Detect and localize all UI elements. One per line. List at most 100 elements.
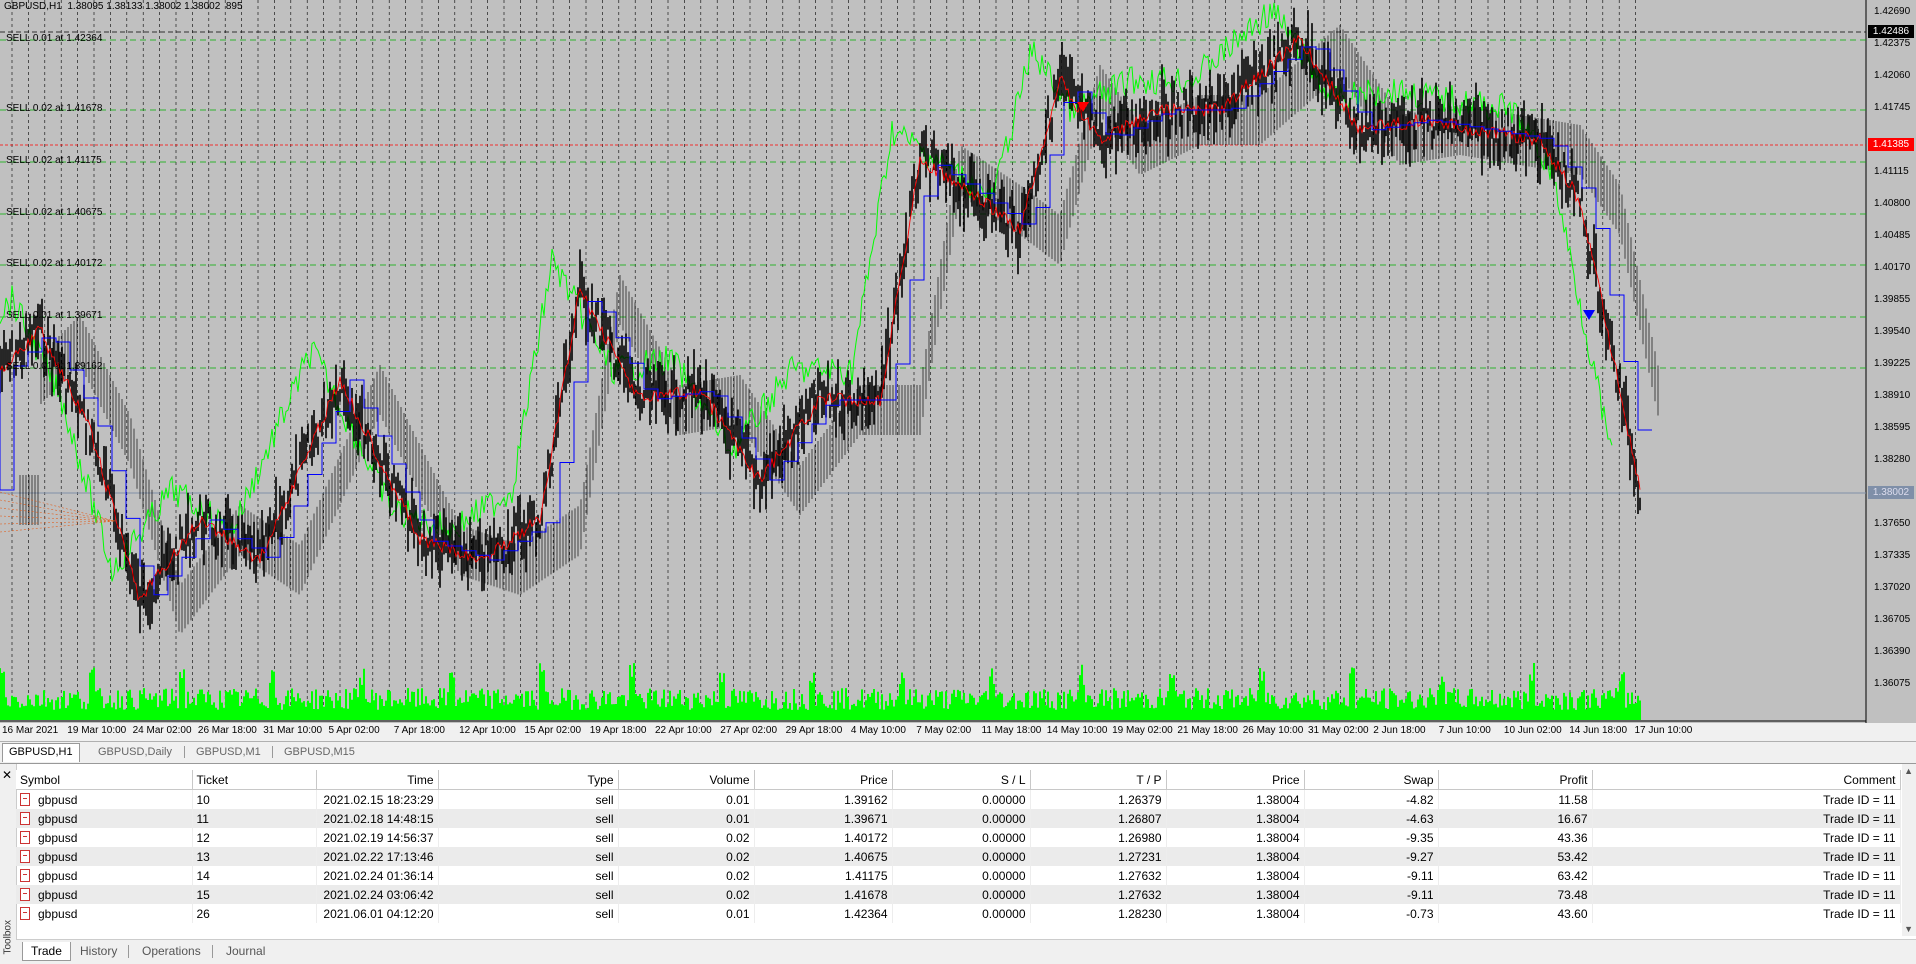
- col-volume[interactable]: Volume: [618, 770, 755, 790]
- cell-type: sell: [438, 828, 619, 847]
- cell-current-price: 1.38004: [1166, 904, 1305, 923]
- cell-swap: -4.82: [1304, 789, 1439, 809]
- col-profit[interactable]: Profit: [1438, 770, 1593, 790]
- price-chart[interactable]: [0, 0, 1916, 723]
- price-axis-label: 1.42060: [1874, 70, 1911, 81]
- price-axis-label: 1.40170: [1874, 262, 1911, 273]
- time-axis-label: 7 Jun 10:00: [1438, 725, 1491, 736]
- table-row[interactable]: gbpusd 10 2021.02.15 18:23:29 sell 0.01 1.391…: [16, 789, 1901, 809]
- cell-sl: 0.00000: [892, 847, 1031, 866]
- scroll-up-icon[interactable]: ▲: [1904, 766, 1913, 776]
- cell-price: 1.41678: [754, 885, 893, 904]
- cell-tp: 1.26980: [1030, 828, 1167, 847]
- close-icon[interactable]: ✕: [2, 768, 12, 782]
- tab-gbpusd-daily[interactable]: GBPUSD,Daily: [92, 744, 178, 760]
- tab-gbpusd-m15[interactable]: GBPUSD,M15: [278, 744, 361, 760]
- toolbox-label: Toolbox: [2, 920, 14, 955]
- col-time[interactable]: Time: [316, 770, 439, 790]
- table-row[interactable]: gbpusd 11 2021.02.18 14:48:15 sell 0.01 1.396…: [16, 809, 1901, 828]
- tab-separator: [272, 746, 273, 758]
- price-axis-label: 1.41115: [1874, 166, 1909, 177]
- time-axis-label: 21 May 18:00: [1177, 725, 1238, 736]
- time-axis-label: 16 Mar 2021: [2, 725, 59, 736]
- cell-sl: 0.00000: [892, 809, 1031, 828]
- table-row[interactable]: gbpusd 14 2021.02.24 01:36:14 sell 0.02 1.411…: [16, 866, 1901, 885]
- cell-comment: Trade ID = 11: [1592, 866, 1901, 885]
- cell-current-price: 1.38004: [1166, 789, 1305, 809]
- sell-order-icon: [20, 792, 30, 806]
- table-row[interactable]: gbpusd 15 2021.02.24 03:06:42 sell 0.02 1.416…: [16, 885, 1901, 904]
- time-axis-label: 14 May 10:00: [1046, 725, 1108, 736]
- cell-type: sell: [438, 904, 619, 923]
- price-candles: [0, 7, 1641, 634]
- cell-volume: 0.01: [618, 904, 755, 923]
- cell-current-price: 1.38004: [1166, 828, 1305, 847]
- cell-comment: Trade ID = 11: [1592, 789, 1901, 809]
- tab-operations[interactable]: Operations: [134, 942, 209, 960]
- time-axis-label: 19 Apr 18:00: [589, 725, 647, 736]
- cell-symbol: gbpusd: [16, 809, 193, 828]
- cell-volume: 0.02: [618, 828, 755, 847]
- cell-tp: 1.27632: [1030, 885, 1167, 904]
- cell-volume: 0.02: [618, 866, 755, 885]
- cell-type: sell: [438, 885, 619, 904]
- col-price[interactable]: Price: [754, 770, 893, 790]
- order-label: SELL 0.01 at 1.39162: [6, 361, 103, 372]
- current-price-box: 1.38002: [1868, 486, 1914, 499]
- cell-price: 1.42364: [754, 904, 893, 923]
- symbol-text: gbpusd: [38, 887, 78, 902]
- symbol-text: gbpusd: [38, 830, 78, 845]
- tab-journal[interactable]: Journal: [218, 942, 273, 960]
- tab-trade[interactable]: Trade: [22, 942, 71, 961]
- scroll-down-icon[interactable]: ▼: [1904, 924, 1913, 934]
- time-axis-label: 5 Apr 02:00: [328, 725, 380, 736]
- vertical-scrollbar[interactable]: ▲ ▼: [1902, 764, 1916, 936]
- cell-sl: 0.00000: [892, 828, 1031, 847]
- cell-price: 1.41175: [754, 866, 893, 885]
- order-label: SELL 0.02 at 1.40675: [6, 207, 103, 218]
- table-row[interactable]: gbpusd 12 2021.02.19 14:56:37 sell 0.02 1.401…: [16, 828, 1901, 847]
- col-swap[interactable]: Swap: [1304, 770, 1439, 790]
- tab-gbpusd-h1[interactable]: GBPUSD,H1: [2, 743, 80, 762]
- price-axis-label: 1.37335: [1874, 550, 1911, 561]
- sell-order-icon: [20, 868, 30, 882]
- trade-table: Symbol Ticket Time Type Volume Price S /…: [16, 770, 1901, 923]
- col-sl[interactable]: S / L: [892, 770, 1031, 790]
- cell-profit: 73.48: [1438, 885, 1593, 904]
- time-axis-label: 31 Mar 10:00: [263, 725, 323, 736]
- cell-time: 2021.02.24 01:36:14: [316, 866, 439, 885]
- col-symbol[interactable]: Symbol: [16, 770, 193, 790]
- cell-ticket: 10: [192, 789, 317, 809]
- cell-swap: -4.63: [1304, 809, 1439, 828]
- sell-order-icon: [20, 830, 30, 844]
- time-axis-label: 11 May 18:00: [981, 725, 1042, 736]
- col-type[interactable]: Type: [438, 770, 619, 790]
- price-axis-label: 1.38280: [1874, 454, 1911, 465]
- order-label: SELL 0.02 at 1.41175: [6, 155, 102, 166]
- cell-type: sell: [438, 866, 619, 885]
- col-current-price[interactable]: Price: [1166, 770, 1305, 790]
- cell-volume: 0.01: [618, 809, 755, 828]
- price-axis-label: 1.39225: [1874, 358, 1911, 369]
- cell-swap: -9.11: [1304, 885, 1439, 904]
- cell-current-price: 1.38004: [1166, 866, 1305, 885]
- cell-tp: 1.28230: [1030, 904, 1167, 923]
- cell-ticket: 12: [192, 828, 317, 847]
- tab-gbpusd-m1[interactable]: GBPUSD,M1: [190, 744, 267, 760]
- cell-profit: 53.42: [1438, 847, 1593, 866]
- sell-order-icon: [20, 887, 30, 901]
- table-row[interactable]: gbpusd 26 2021.06.01 04:12:20 sell 0.01 1.423…: [16, 904, 1901, 923]
- cell-sl: 0.00000: [892, 885, 1031, 904]
- cell-current-price: 1.38004: [1166, 809, 1305, 828]
- chart-area[interactable]: GBPUSD,H1 1.38095 1.38133 1.38002 1.3800…: [0, 0, 1916, 736]
- table-row[interactable]: gbpusd 13 2021.02.22 17:13:46 sell 0.02 1.406…: [16, 847, 1901, 866]
- col-tp[interactable]: T / P: [1030, 770, 1167, 790]
- cell-profit: 43.36: [1438, 828, 1593, 847]
- col-ticket[interactable]: Ticket: [192, 770, 317, 790]
- cell-symbol: gbpusd: [16, 828, 193, 847]
- col-comment[interactable]: Comment: [1592, 770, 1901, 790]
- cell-volume: 0.01: [618, 789, 755, 809]
- price-axis-label: 1.39540: [1874, 326, 1911, 337]
- cell-profit: 16.67: [1438, 809, 1593, 828]
- tab-history[interactable]: History: [72, 942, 125, 960]
